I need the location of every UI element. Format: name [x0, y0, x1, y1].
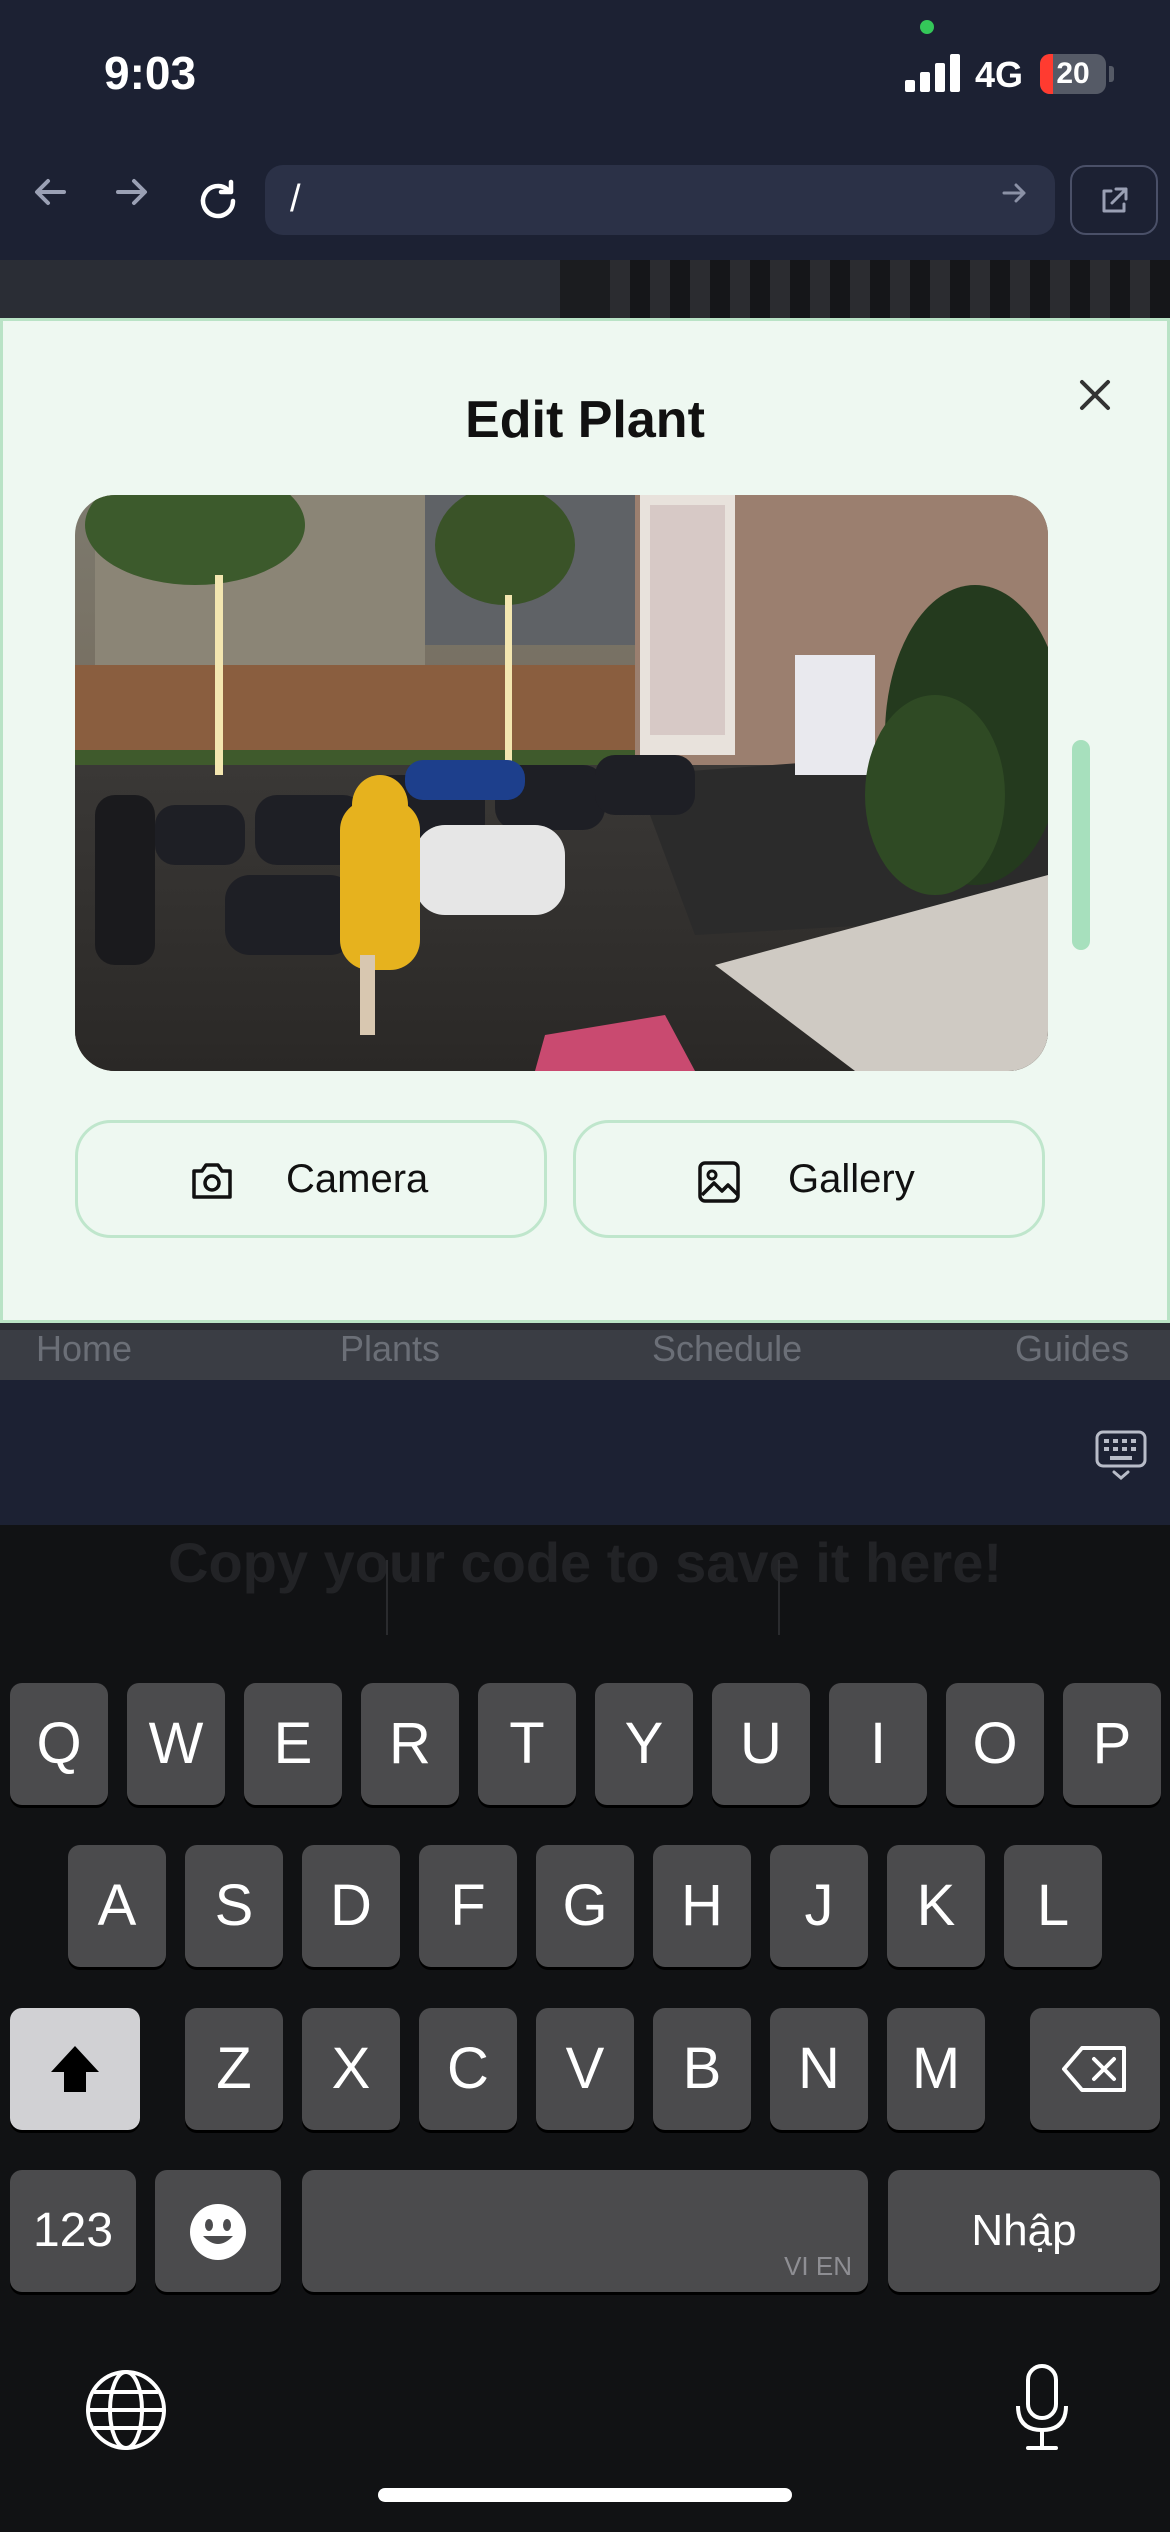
bg-nav-plants: Plants	[340, 1328, 441, 1369]
close-icon	[1080, 380, 1110, 410]
key-s[interactable]: S	[185, 1845, 283, 1967]
battery-nub	[1109, 66, 1114, 82]
return-key[interactable]: Nhập	[888, 2170, 1160, 2292]
signal-icon	[905, 52, 961, 92]
arrow-left-icon[interactable]	[28, 170, 72, 225]
close-button[interactable]	[1070, 370, 1120, 420]
microphone-icon[interactable]	[1010, 2362, 1074, 2459]
modal-title: Edit Plant	[465, 391, 705, 449]
key-r[interactable]: R	[361, 1683, 459, 1805]
key-e[interactable]: E	[244, 1683, 342, 1805]
external-link-icon	[1102, 187, 1128, 213]
key-n[interactable]: N	[770, 2008, 868, 2130]
keyboard-accessory-bar	[0, 1380, 1170, 1525]
gallery-button[interactable]: Gallery	[573, 1120, 1045, 1238]
space-key[interactable]: VI EN	[302, 2170, 868, 2292]
numbers-key[interactable]: 123	[10, 2170, 136, 2292]
modal-scrollbar[interactable]	[1072, 740, 1090, 950]
key-q[interactable]: Q	[10, 1683, 108, 1805]
background-bottom-nav: Home Plants Schedule Guides	[0, 1328, 1170, 1380]
key-a[interactable]: A	[68, 1845, 166, 1967]
globe-icon[interactable]	[84, 2368, 168, 2457]
key-h[interactable]: H	[653, 1845, 751, 1967]
key-w[interactable]: W	[127, 1683, 225, 1805]
key-l[interactable]: L	[1004, 1845, 1102, 1967]
key-k[interactable]: K	[887, 1845, 985, 1967]
bg-nav-schedule: Schedule	[652, 1328, 803, 1369]
space-language-hint: VI EN	[784, 2251, 852, 2281]
plant-photo	[75, 495, 1048, 1071]
home-indicator[interactable]	[378, 2488, 792, 2502]
key-m[interactable]: M	[887, 2008, 985, 2130]
delete-key[interactable]	[1030, 2008, 1160, 2130]
key-f[interactable]: F	[419, 1845, 517, 1967]
key-x[interactable]: X	[302, 2008, 400, 2130]
key-v[interactable]: V	[536, 2008, 634, 2130]
key-d[interactable]: D	[302, 1845, 400, 1967]
image-icon	[698, 1161, 740, 1203]
bg-nav-guides: Guides	[1015, 1328, 1130, 1369]
battery-icon: 20	[1040, 54, 1106, 94]
bg-nav-home: Home	[36, 1328, 133, 1369]
battery-level: 20	[1056, 57, 1090, 90]
key-u[interactable]: U	[712, 1683, 810, 1805]
suggestion-divider	[386, 1560, 388, 1635]
network-type: 4G	[975, 54, 1024, 95]
camera-icon	[192, 1163, 232, 1199]
external-link-button[interactable]	[1070, 165, 1158, 235]
url-text: /	[290, 178, 301, 220]
shift-key[interactable]	[10, 2008, 140, 2130]
arrow-right-icon[interactable]	[998, 176, 1032, 219]
gallery-label: Gallery	[788, 1157, 915, 1201]
key-z[interactable]: Z	[185, 2008, 283, 2130]
address-bar[interactable]	[265, 165, 1055, 235]
key-y[interactable]: Y	[595, 1683, 693, 1805]
key-i[interactable]: I	[829, 1683, 927, 1805]
key-g[interactable]: G	[536, 1845, 634, 1967]
key-c[interactable]: C	[419, 2008, 517, 2130]
emoji-key[interactable]	[155, 2170, 281, 2292]
suggestion-divider	[778, 1560, 780, 1635]
camera-label: Camera	[286, 1157, 429, 1201]
status-time: 9:03	[104, 47, 197, 99]
shift-icon	[51, 2046, 99, 2092]
keyboard-dismiss-icon[interactable]	[1094, 1428, 1148, 1482]
mic-indicator-dot	[920, 20, 934, 34]
key-o[interactable]: O	[946, 1683, 1044, 1805]
emoji-icon	[190, 2204, 246, 2260]
backspace-icon	[1062, 2046, 1126, 2092]
background-ghost-text: Copy your code to save it here!	[168, 1531, 1002, 1594]
key-t[interactable]: T	[478, 1683, 576, 1805]
reload-icon[interactable]	[193, 176, 243, 231]
key-j[interactable]: J	[770, 1845, 868, 1967]
key-p[interactable]: P	[1063, 1683, 1161, 1805]
key-b[interactable]: B	[653, 2008, 751, 2130]
arrow-right-icon[interactable]	[110, 170, 154, 225]
camera-button[interactable]: Camera	[75, 1120, 547, 1238]
